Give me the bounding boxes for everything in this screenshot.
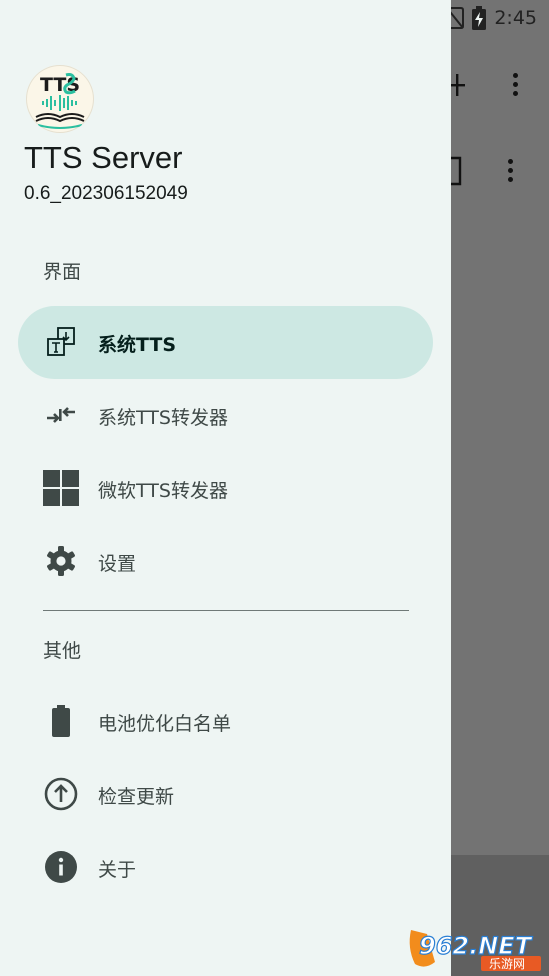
- square-icon: [451, 156, 462, 186]
- nav-item-label: 电池优化白名单: [98, 713, 232, 735]
- nav-item-microsoft-tts-forwarder[interactable]: 微软TTS转发器: [18, 452, 433, 525]
- screen: 2:45 TTS TTS Server 0.6_202306152049 界面 …: [0, 0, 549, 976]
- gear-icon: [43, 543, 79, 579]
- more-vert-icon: [513, 73, 519, 100]
- nav-item-about[interactable]: 关于: [18, 831, 433, 904]
- nav-item-label: 检查更新: [98, 786, 175, 808]
- nav-item-label: 系统TTS转发器: [98, 407, 228, 429]
- battery-charging-icon: [472, 6, 487, 30]
- forward-icon: [43, 397, 79, 433]
- app-logo: TTS: [26, 65, 94, 133]
- background-toolbar: [451, 55, 549, 115]
- info-icon: [43, 849, 79, 885]
- add-icon: [451, 74, 465, 96]
- nav-item-system-tts-forwarder[interactable]: 系统TTS转发器: [18, 379, 433, 452]
- status-time: 2:45: [494, 7, 537, 29]
- arrow-up-circle-icon: [43, 776, 79, 812]
- section-divider: [43, 610, 409, 611]
- navigation-drawer: TTS TTS Server 0.6_202306152049 界面 系统TTS…: [0, 0, 451, 976]
- nav-item-check-update[interactable]: 检查更新: [18, 758, 433, 831]
- nav-item-battery-whitelist[interactable]: 电池优化白名单: [18, 685, 433, 758]
- app-logo-image: TTS: [35, 73, 85, 129]
- nav-item-label: 设置: [98, 553, 137, 575]
- windows-icon: [43, 470, 79, 506]
- app-name: TTS Server: [24, 140, 183, 175]
- nav-item-label: 微软TTS转发器: [98, 480, 228, 502]
- nav-item-settings[interactable]: 设置: [18, 525, 433, 598]
- nav-item-label: 关于: [98, 859, 137, 881]
- watermark-logo: 962.NET 乐游网: [405, 924, 545, 972]
- nav-item-label: 系统TTS: [98, 334, 177, 356]
- section-title-interface: 界面: [43, 261, 82, 283]
- section-title-other: 其他: [43, 640, 82, 662]
- background-list-row: [451, 142, 549, 202]
- app-version: 0.6_202306152049: [24, 183, 188, 204]
- system-tts-icon: [43, 324, 79, 360]
- svg-text:乐游网: 乐游网: [489, 957, 525, 971]
- more-vert-icon: [508, 159, 514, 186]
- battery-icon: [43, 703, 79, 739]
- nav-item-system-tts[interactable]: 系统TTS: [18, 306, 433, 379]
- svg-text:962.NET: 962.NET: [419, 932, 533, 960]
